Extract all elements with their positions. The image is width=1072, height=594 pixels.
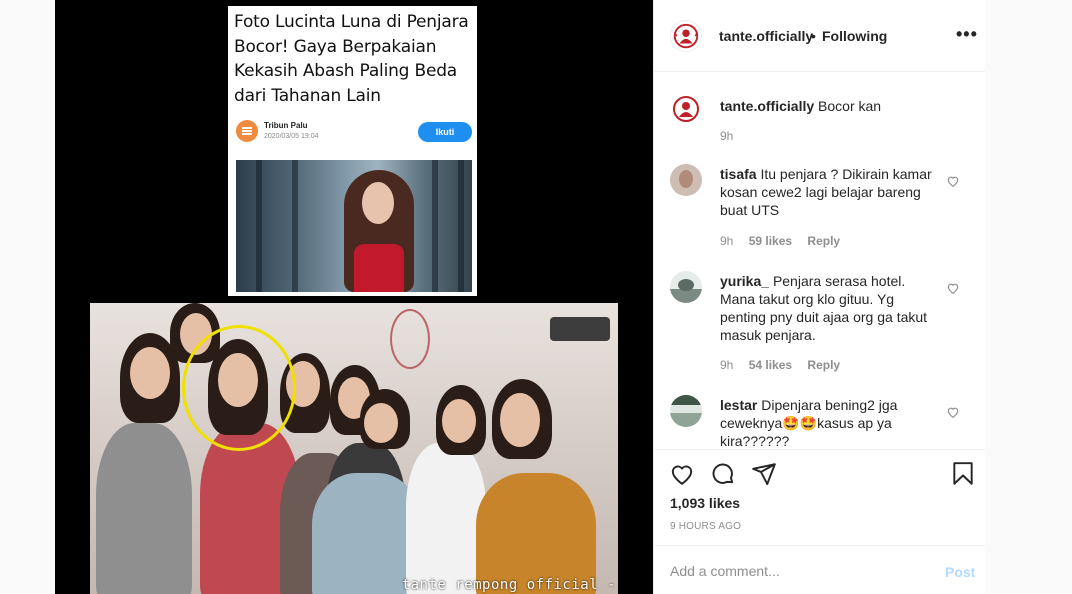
comment-meta: 9h 59 likes Reply <box>720 234 852 248</box>
comment-meta: 9h 54 likes Reply <box>720 358 852 372</box>
brand-logo-icon <box>673 96 699 122</box>
comment-time: 9h <box>720 234 734 248</box>
post-timestamp[interactable]: 9 HOURS AGO <box>670 521 741 532</box>
comment-text: tisafa Itu penjara ? Dikirain kamar kosa… <box>720 165 938 219</box>
commenter-avatar[interactable] <box>670 271 702 303</box>
likes-count[interactable]: 1,093 likes <box>670 495 740 511</box>
comment-icon[interactable] <box>710 461 736 487</box>
comment-username[interactable]: tisafa <box>720 166 757 182</box>
share-icon[interactable] <box>751 461 777 487</box>
reply-button[interactable]: Reply <box>807 234 840 248</box>
heart-icon[interactable] <box>946 405 960 419</box>
follow-source-button: Ikuti <box>418 122 472 142</box>
comments-list[interactable]: tante.officially Bocor kan 9h tisafa Itu… <box>654 73 986 449</box>
page-background <box>985 0 1072 594</box>
comment-time: 9h <box>720 358 734 372</box>
comment-input[interactable] <box>670 556 930 586</box>
watermark-text: tante rempong official - <box>401 577 616 593</box>
post-sidebar: tante.officially • Following ••• tante.o… <box>653 0 986 594</box>
comment-text: tante.officially Bocor kan <box>720 97 938 115</box>
comment-body: Bocor kan <box>818 98 882 114</box>
heart-icon[interactable] <box>669 461 695 487</box>
add-comment-bar: Post <box>654 545 986 594</box>
comment-time: 9h <box>720 129 734 143</box>
comment-likes[interactable]: 54 likes <box>749 358 792 372</box>
comment-username[interactable]: lestar <box>720 397 757 413</box>
commenter-avatar[interactable] <box>670 93 702 125</box>
instagram-post-view: Foto Lucinta Luna di Penjara Bocor! Gaya… <box>0 0 1072 594</box>
news-source-name: Tribun Palu <box>264 121 308 130</box>
reply-button[interactable]: Reply <box>807 358 840 372</box>
commenter-avatar[interactable] <box>670 164 702 196</box>
comment-text: lestar Dipenjara bening2 jga ceweknya🤩🤩k… <box>720 396 938 449</box>
post-comment-button[interactable]: Post <box>945 564 975 580</box>
highlight-circle <box>182 325 296 451</box>
article-photo <box>236 160 472 292</box>
account-username[interactable]: tante.officially <box>719 28 813 44</box>
news-screenshot: Foto Lucinta Luna di Penjara Bocor! Gaya… <box>228 6 477 296</box>
comment-meta: 9h <box>720 129 745 143</box>
comment-likes[interactable]: 59 likes <box>749 234 792 248</box>
news-source-logo <box>236 120 258 142</box>
post-actions: 1,093 likes 9 HOURS AGO <box>654 449 986 545</box>
bookmark-icon[interactable] <box>950 461 976 487</box>
separator-dot: • <box>811 28 816 44</box>
comment-username[interactable]: tante.officially <box>720 98 814 114</box>
post-header: tante.officially • Following ••• <box>654 0 986 72</box>
article-headline: Foto Lucinta Luna di Penjara Bocor! Gaya… <box>234 12 469 106</box>
commenter-avatar[interactable] <box>670 395 702 427</box>
heart-icon[interactable] <box>946 174 960 188</box>
following-status[interactable]: Following <box>822 28 887 44</box>
group-photo: tante rempong official - <box>90 303 618 594</box>
news-source-date: 2020/03/05 19:04 <box>264 133 319 140</box>
brand-logo-icon <box>673 23 699 49</box>
comment-username[interactable]: yurika_ <box>720 273 769 289</box>
heart-icon[interactable] <box>946 281 960 295</box>
account-avatar[interactable] <box>670 20 702 52</box>
more-horizontal-icon[interactable]: ••• <box>956 25 978 43</box>
post-image[interactable]: Foto Lucinta Luna di Penjara Bocor! Gaya… <box>55 0 653 594</box>
comment-text: yurika_ Penjara serasa hotel. Mana takut… <box>720 272 938 344</box>
